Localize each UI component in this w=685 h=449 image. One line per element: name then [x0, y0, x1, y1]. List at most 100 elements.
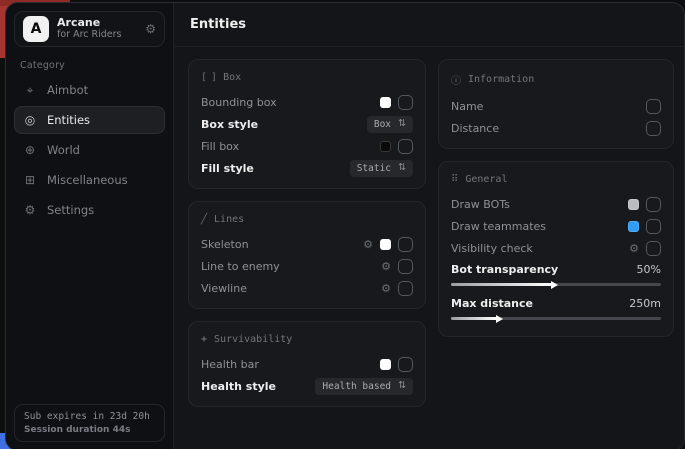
health-style-dropdown[interactable]: Health based — [315, 378, 413, 395]
viewline-config-gear-icon[interactable] — [381, 283, 391, 294]
setting-label: Name — [451, 100, 483, 113]
dropdown-value: Static — [357, 163, 391, 174]
setting-label: Box style — [201, 118, 258, 131]
up-down-arrows-icon — [398, 163, 406, 173]
skeleton-config-gear-icon[interactable] — [363, 239, 373, 250]
bot-transparency-slider-thumb[interactable] — [551, 281, 558, 289]
dropdown-value: Box — [374, 119, 391, 130]
setting-label: Viewline — [201, 282, 247, 295]
bot-transparency-slider-track[interactable] — [451, 283, 661, 286]
sidebar-item-settings[interactable]: Settings — [14, 196, 165, 224]
color-swatch[interactable] — [380, 359, 391, 370]
logo-text: Arcane for Arc Riders — [57, 17, 122, 41]
bounding-box-checkbox[interactable] — [398, 95, 413, 110]
aimbot-icon — [23, 83, 37, 98]
main-panel: Entities Box Bounding box — [174, 3, 685, 449]
color-swatch[interactable] — [628, 221, 639, 232]
setting-row-distance: Distance — [451, 117, 661, 139]
slider-fill — [451, 283, 552, 286]
sidebar: A Arcane for Arc Riders Category Aimbot … — [6, 3, 174, 449]
settings-icon — [23, 203, 37, 217]
viewline-checkbox[interactable] — [398, 281, 413, 296]
distance-checkbox[interactable] — [646, 121, 661, 136]
setting-row-draw-bots: Draw BOTs — [451, 193, 661, 215]
setting-row-visibility-check: Visibility check — [451, 237, 661, 259]
draw-teammates-checkbox[interactable] — [646, 219, 661, 234]
app-title: Arcane — [57, 17, 122, 30]
subscription-info: Sub expires in 23d 20h Session duration … — [14, 404, 165, 442]
color-swatch[interactable] — [380, 97, 391, 108]
miscellaneous-icon — [23, 173, 37, 187]
slider-max-distance: Max distance 250m — [451, 293, 661, 327]
color-swatch[interactable] — [380, 239, 391, 250]
draw-bots-checkbox[interactable] — [646, 197, 661, 212]
content: Box Bounding box Box style — [174, 47, 685, 407]
card-box: Box Bounding box Box style — [188, 59, 426, 189]
logo-card: A Arcane for Arc Riders — [14, 11, 165, 47]
box-style-dropdown[interactable]: Box — [367, 116, 413, 133]
sidebar-item-label: World — [47, 143, 80, 157]
sidebar-item-label: Miscellaneous — [47, 173, 128, 187]
health-bar-checkbox[interactable] — [398, 357, 413, 372]
setting-label: Fill style — [201, 162, 254, 175]
card-information: Information Name Distance — [438, 59, 674, 149]
setting-row-box-style: Box style Box — [201, 113, 413, 135]
fill-box-checkbox[interactable] — [398, 139, 413, 154]
setting-row-fill-style: Fill style Static — [201, 157, 413, 179]
slider-label: Bot transparency — [451, 263, 558, 276]
card-survivability-header: Survivability — [201, 330, 413, 353]
line-to-enemy-checkbox[interactable] — [398, 259, 413, 274]
up-down-arrows-icon — [398, 381, 406, 391]
card-lines: Lines Skeleton Line to enemy — [188, 201, 426, 309]
sidebar-item-world[interactable]: World — [14, 136, 165, 164]
setting-label: Line to enemy — [201, 260, 280, 273]
line-icon — [201, 214, 207, 225]
main-header: Entities — [174, 3, 685, 47]
world-icon — [23, 143, 37, 157]
dropdown-value: Health based — [322, 381, 391, 392]
slider-label: Max distance — [451, 297, 533, 310]
app-subtitle: for Arc Riders — [57, 30, 122, 41]
column-right: Information Name Distance — [438, 59, 674, 407]
column-left: Box Bounding box Box style — [188, 59, 426, 407]
fill-style-dropdown[interactable]: Static — [350, 160, 413, 177]
setting-label: Health style — [201, 380, 276, 393]
survivability-icon — [201, 334, 207, 345]
name-checkbox[interactable] — [646, 99, 661, 114]
setting-row-name: Name — [451, 95, 661, 117]
entities-icon — [23, 113, 37, 127]
color-swatch[interactable] — [628, 199, 639, 210]
sidebar-item-miscellaneous[interactable]: Miscellaneous — [14, 166, 165, 194]
config-gear-icon[interactable] — [145, 22, 156, 36]
setting-row-line-to-enemy: Line to enemy — [201, 255, 413, 277]
setting-label: Skeleton — [201, 238, 249, 251]
visibility-check-config-gear-icon[interactable] — [629, 243, 639, 254]
setting-label: Health bar — [201, 358, 259, 371]
sidebar-item-label: Entities — [47, 113, 90, 127]
setting-row-fill-box: Fill box — [201, 135, 413, 157]
card-title: Lines — [214, 214, 244, 225]
sidebar-item-entities[interactable]: Entities — [14, 106, 165, 134]
information-icon — [451, 72, 461, 87]
max-distance-slider-track[interactable] — [451, 317, 661, 320]
card-title: Survivability — [214, 334, 292, 345]
color-swatch[interactable] — [380, 141, 391, 152]
sidebar-item-aimbot[interactable]: Aimbot — [14, 76, 165, 104]
setting-row-health-bar: Health bar — [201, 353, 413, 375]
session-duration-text: Session duration 44s — [24, 425, 155, 435]
logo-badge: A — [23, 16, 49, 42]
slider-bot-transparency: Bot transparency 50% — [451, 259, 661, 293]
line-to-enemy-config-gear-icon[interactable] — [381, 261, 391, 272]
up-down-arrows-icon — [398, 119, 406, 129]
setting-row-viewline: Viewline — [201, 277, 413, 299]
skeleton-checkbox[interactable] — [398, 237, 413, 252]
page-title: Entities — [190, 17, 246, 32]
visibility-check-checkbox[interactable] — [646, 241, 661, 256]
setting-label: Fill box — [201, 140, 239, 153]
setting-row-health-style: Health style Health based — [201, 375, 413, 397]
max-distance-slider-thumb[interactable] — [496, 315, 503, 323]
screen: A Arcane for Arc Riders Category Aimbot … — [0, 0, 685, 449]
sub-expiry-text: Sub expires in 23d 20h — [24, 411, 155, 422]
slider-value: 250m — [629, 297, 661, 310]
card-title: Box — [223, 72, 241, 83]
